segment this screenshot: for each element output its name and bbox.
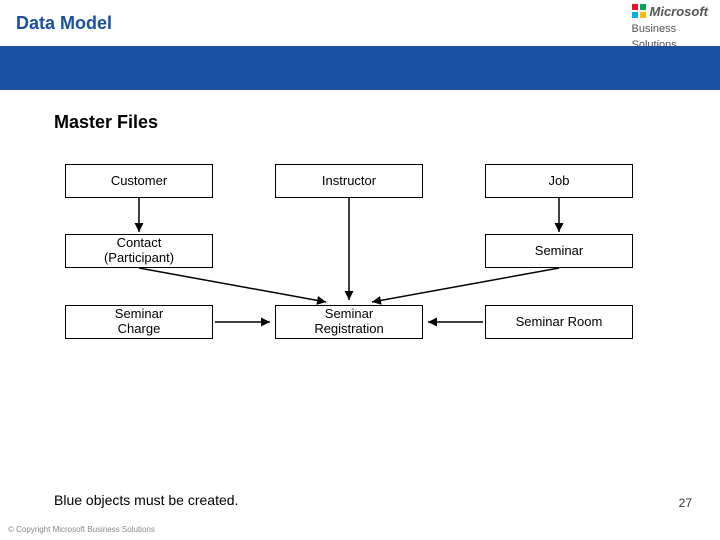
title-bar: Data Model Microsoft Business Solutions [0,0,720,46]
entity-contact-participant: Contact (Participant) [65,234,213,268]
entity-label: Seminar [535,244,583,259]
footnote: Blue objects must be created. [54,492,238,508]
entity-seminar-registration: Seminar Registration [275,305,423,339]
entity-instructor: Instructor [275,164,423,198]
entity-seminar: Seminar [485,234,633,268]
windows-flag-icon [632,4,646,18]
logo-line1: Microsoft [650,4,709,19]
copyright-text: © Copyright Microsoft Business Solutions [8,525,155,534]
entity-label: Seminar Room [516,315,603,330]
page-number: 27 [679,496,692,510]
entity-label: Instructor [322,174,376,189]
slide-title: Data Model [16,13,112,34]
logo-line2: Business [632,23,677,35]
entity-label: Seminar Registration [314,307,383,337]
entity-job: Job [485,164,633,198]
entity-label: Contact (Participant) [104,236,174,266]
slide: Data Model Microsoft Business Solutions … [0,0,720,540]
entity-label: Customer [111,174,167,189]
microsoft-logo: Microsoft Business Solutions [632,4,709,52]
section-subtitle: Master Files [54,112,158,133]
blue-band [0,46,720,90]
entity-customer: Customer [65,164,213,198]
entity-label: Seminar Charge [115,307,163,337]
entity-label: Job [549,174,570,189]
entity-seminar-charge: Seminar Charge [65,305,213,339]
entity-seminar-room: Seminar Room [485,305,633,339]
